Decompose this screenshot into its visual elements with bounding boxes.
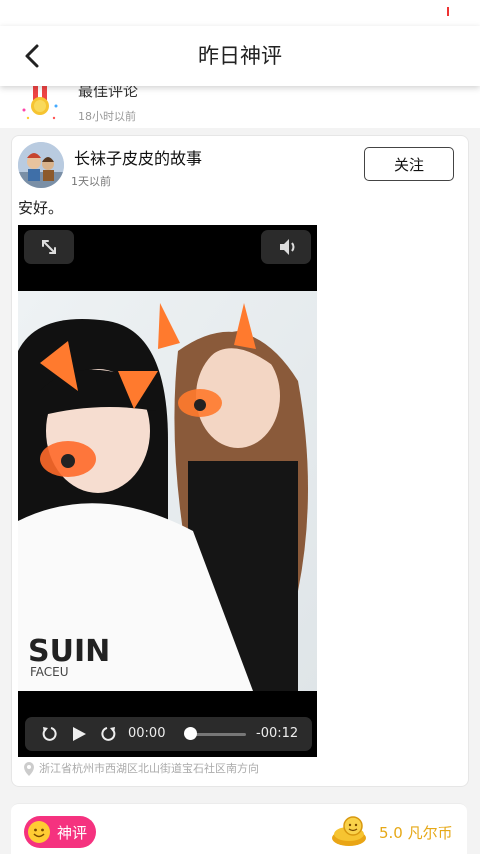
fullscreen-button[interactable]	[24, 230, 74, 264]
post-footer: 神评 5.0 凡尔币	[11, 803, 467, 854]
volume-icon	[280, 239, 295, 255]
reward-amount: 5.0 凡尔币	[379, 824, 453, 842]
previous-comment-item[interactable]: 最佳评论 18小时以前	[0, 86, 480, 128]
post-card: 长袜子皮皮的故事 1天以前 关注 安好。 SUIN FACEU 00:00 -0…	[11, 135, 469, 787]
progress-thumb[interactable]	[184, 727, 197, 740]
location-text: 浙江省杭州市西湖区北山街道宝石社区南方向	[39, 762, 259, 775]
follow-button[interactable]: 关注	[364, 147, 454, 181]
nav-bar: 昨日神评	[0, 26, 480, 86]
medal-icon	[22, 86, 58, 120]
status-indicator	[447, 7, 449, 16]
play-icon[interactable]	[69, 724, 89, 744]
badge-label: 神评	[57, 824, 88, 842]
avatar[interactable]	[18, 142, 64, 188]
redo-icon[interactable]	[99, 724, 119, 744]
video-controls: 00:00 -00:12	[25, 717, 312, 751]
location-pin-icon	[24, 762, 34, 776]
coins-icon	[332, 816, 366, 846]
post-time: 1天以前	[71, 175, 111, 188]
remaining-time: -00:12	[256, 726, 299, 741]
video-player[interactable]: SUIN FACEU 00:00 -00:12	[18, 225, 317, 757]
previous-comment-time: 18小时以前	[78, 110, 136, 123]
shenping-badge[interactable]: 神评	[24, 816, 96, 848]
video-frame: SUIN FACEU	[18, 291, 317, 691]
previous-comment-title: 最佳评论	[78, 86, 139, 100]
avatar-image	[18, 142, 64, 188]
emoji-icon	[28, 821, 50, 843]
svg-text:SUIN: SUIN	[28, 634, 110, 669]
post-text: 安好。	[18, 199, 64, 217]
status-bar	[0, 0, 480, 26]
volume-button[interactable]	[261, 230, 311, 264]
current-time: 00:00	[128, 726, 166, 741]
page-title: 昨日神评	[198, 44, 282, 68]
location: 浙江省杭州市西湖区北山街道宝石社区南方向	[22, 760, 259, 777]
username[interactable]: 长袜子皮皮的故事	[74, 145, 202, 169]
photo-caption: FACEU	[30, 665, 69, 679]
expand-icon	[42, 240, 56, 254]
replay-icon[interactable]	[39, 724, 59, 744]
